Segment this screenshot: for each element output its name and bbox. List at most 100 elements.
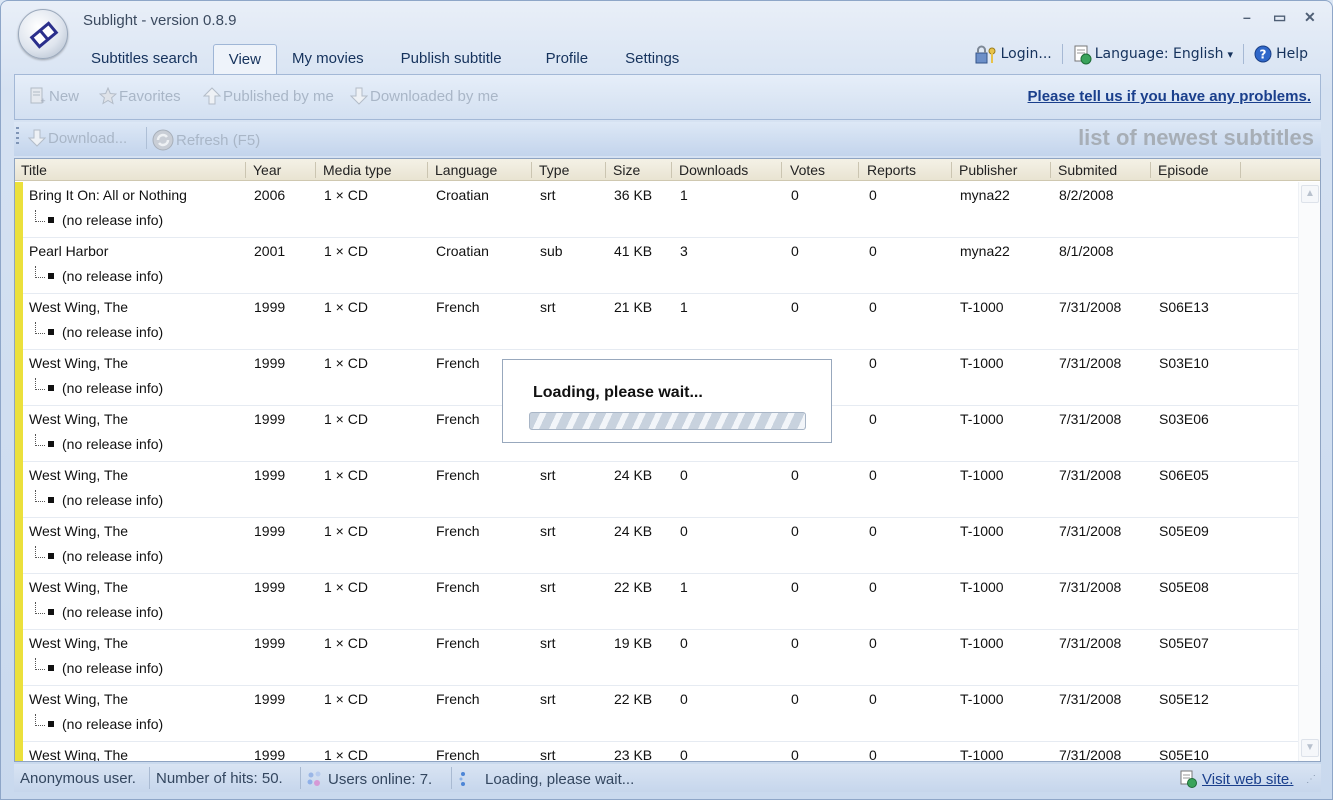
table-row[interactable]: West Wing, The 1999 1 × CD French srt 19 KB 0 0… [15,630,1298,686]
maximize-button[interactable]: ▭ [1273,9,1286,26]
release-info-node[interactable]: (no release info) [35,378,163,396]
cell-publisher: T-1000 [960,355,1004,371]
favorites-button[interactable]: Favorites [98,86,181,105]
tab-my-movies[interactable]: My movies [277,44,379,74]
svg-text:+: + [40,96,45,105]
cell-submitted: 7/31/2008 [1059,411,1122,427]
cell-language: French [436,691,480,707]
table-row[interactable]: West Wing, The 1999 1 × CD French srt 21 KB 1 0… [15,294,1298,350]
vertical-scrollbar[interactable]: ▲ ▼ [1298,182,1320,761]
new-button[interactable]: + New [29,87,80,106]
list-toolbar: Download... Refresh (F5) list of newest … [14,122,1321,156]
download-button[interactable]: Download... [27,129,127,147]
cell-reports: 0 [869,691,877,707]
column-header-type[interactable]: Type [539,162,569,178]
tab-view[interactable]: View [212,44,277,74]
cell-votes: 0 [791,299,799,315]
close-button[interactable]: ✕ [1304,9,1316,26]
table-row[interactable]: Bring It On: All or Nothing 2006 1 × CD Cro… [15,182,1298,238]
table-row[interactable]: West Wing, The 1999 1 × CD French srt 22 KB 1 0… [15,574,1298,630]
table-row[interactable]: West Wing, The 1999 1 × CD French srt 24 KB 0 0… [15,518,1298,574]
tab-settings[interactable]: Settings [610,44,694,74]
column-header-year[interactable]: Year [253,162,281,178]
column-divider[interactable] [671,162,672,178]
column-divider[interactable] [1150,162,1151,178]
cell-title: West Wing, The [29,579,129,595]
users-online-icon [306,770,324,788]
column-divider[interactable] [1050,162,1051,178]
help-link[interactable]: Help [1276,46,1308,62]
cell-episode: S06E13 [1159,299,1209,315]
cell-language: French [436,299,480,315]
minimize-button[interactable]: – [1243,9,1251,25]
cell-publisher: T-1000 [960,579,1004,595]
column-divider[interactable] [781,162,782,178]
scroll-up-button[interactable]: ▲ [1301,185,1319,203]
release-info-node[interactable]: (no release info) [35,546,163,564]
release-info-node[interactable]: (no release info) [35,322,163,340]
cell-size: 36 KB [614,187,653,203]
cell-episode: S05E08 [1159,579,1209,595]
resize-grip[interactable]: ⋰ [1306,774,1316,785]
column-divider[interactable] [605,162,606,178]
cell-language: French [436,355,480,371]
release-info-node[interactable]: (no release info) [35,266,163,284]
column-divider[interactable] [858,162,859,178]
release-info-node[interactable]: (no release info) [35,714,163,732]
column-header-media-type[interactable]: Media type [323,162,391,178]
published-by-me-button[interactable]: Published by me [202,87,334,105]
release-info-node[interactable]: (no release info) [35,434,164,452]
downloaded-by-me-button[interactable]: Downloaded by me [349,87,498,105]
column-divider[interactable] [245,162,246,178]
row-marker [15,462,23,518]
tab-profile[interactable]: Profile [524,44,611,74]
column-header-votes[interactable]: Votes [790,162,825,178]
column-header-episode[interactable]: Episode [1158,162,1209,178]
report-problems-link[interactable]: Please tell us if you have any problems. [1028,88,1311,105]
cell-media-type: 1 × CD [324,187,368,203]
toolbar-grip[interactable] [16,127,19,145]
cell-title: Pearl Harbor [29,243,109,259]
language-dropdown[interactable]: Language: English [1095,46,1224,62]
release-info-node[interactable]: (no release info) [35,658,164,676]
new-label: New [49,87,80,105]
column-divider[interactable] [951,162,952,178]
column-header-size[interactable]: Size [613,162,640,178]
release-info-node[interactable]: (no release info) [35,490,163,508]
release-info-node[interactable]: (no release info) [35,210,163,228]
table-row[interactable]: Pearl Harbor 2001 1 × CD Croatian sub 41 KB 3 0… [15,238,1298,294]
app-menu-button[interactable] [18,9,68,59]
cell-submitted: 7/31/2008 [1059,467,1122,483]
release-info-label: (no release info) [62,660,164,676]
scroll-down-button[interactable]: ▼ [1301,739,1319,757]
refresh-button[interactable]: Refresh (F5) [152,129,260,151]
release-info-label: (no release info) [62,604,164,620]
tree-connector [35,602,45,614]
login-link[interactable]: Login... [1001,46,1052,62]
published-label: Published by me [223,87,334,105]
column-divider[interactable] [427,162,428,178]
column-divider[interactable] [531,162,532,178]
column-header-publisher[interactable]: Publisher [959,162,1017,178]
column-header-downloads[interactable]: Downloads [679,162,748,178]
cell-type: srt [540,467,556,483]
cell-title: West Wing, The [29,523,129,539]
column-divider[interactable] [1240,162,1241,178]
cell-submitted: 7/31/2008 [1059,747,1122,762]
column-header-title[interactable]: Title [21,162,47,178]
release-info-node[interactable]: (no release info) [35,602,164,620]
arrow-down-icon [27,129,47,147]
visit-website-link[interactable]: Visit web site. [1202,771,1293,788]
column-header-submitted[interactable]: Submited [1058,162,1117,178]
tab-publish-subtitle[interactable]: Publish subtitle [379,44,524,74]
cell-type: srt [540,747,556,762]
column-divider[interactable] [315,162,316,178]
column-header-language[interactable]: Language [435,162,497,178]
table-row[interactable]: West Wing, The 1999 1 × CD French srt 23 KB 0 0… [15,742,1298,762]
tab-subtitles-search[interactable]: Subtitles search [76,44,213,74]
table-row[interactable]: West Wing, The 1999 1 × CD French srt 22 KB 0 0… [15,686,1298,742]
cell-type: srt [540,299,556,315]
table-row[interactable]: West Wing, The 1999 1 × CD French srt 24 KB 0 0… [15,462,1298,518]
release-info-label: (no release info) [62,436,164,452]
column-header-reports[interactable]: Reports [867,162,916,178]
